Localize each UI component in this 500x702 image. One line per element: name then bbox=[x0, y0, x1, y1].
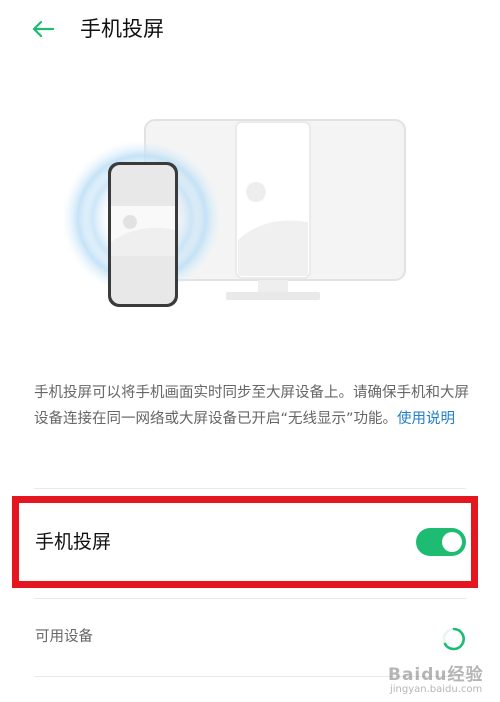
toggle-knob bbox=[442, 532, 462, 552]
help-link[interactable]: 使用说明 bbox=[397, 411, 455, 427]
arrow-left-icon bbox=[32, 20, 55, 38]
header: 手机投屏 bbox=[0, 0, 500, 60]
screen-cast-label: 手机投屏 bbox=[35, 531, 112, 553]
loading-spinner-icon bbox=[442, 627, 466, 651]
back-button[interactable] bbox=[28, 14, 58, 44]
available-devices-label: 可用设备 bbox=[35, 629, 93, 645]
screen-cast-illustration bbox=[62, 119, 406, 307]
divider bbox=[34, 488, 466, 489]
watermark-text: Baidu经验 bbox=[388, 665, 484, 685]
description: 手机投屏可以将手机画面实时同步至大屏设备上。请确保手机和大屏设备连接在同一网络或… bbox=[34, 380, 474, 432]
page-title: 手机投屏 bbox=[80, 17, 164, 41]
watermark-sub: jingyan.baidu.com bbox=[390, 684, 483, 695]
screen-cast-toggle[interactable] bbox=[416, 528, 466, 556]
divider bbox=[34, 598, 466, 599]
watermark: Baidu经验 jingyan.baidu.com bbox=[380, 652, 498, 700]
